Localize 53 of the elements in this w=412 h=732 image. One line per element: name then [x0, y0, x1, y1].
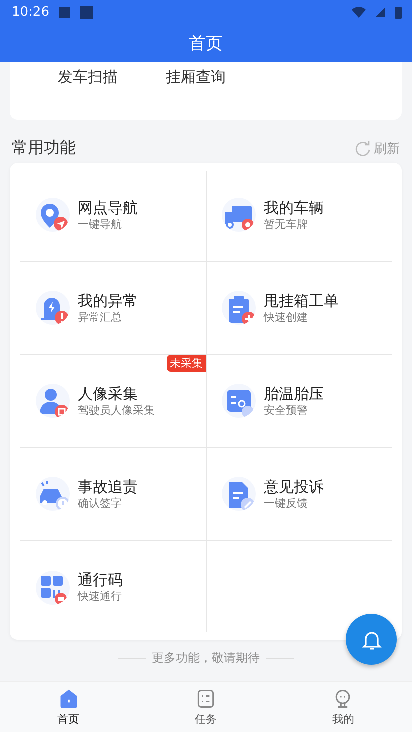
function-tile[interactable]: 甩挂箱工单 快速创建 — [206, 262, 392, 355]
function-subtitle: 快速创建 — [264, 310, 309, 324]
section-title: 常用功能 — [12, 138, 76, 159]
alarm-light-icon — [36, 291, 70, 325]
car-crash-icon — [36, 477, 70, 511]
home-icon — [58, 688, 80, 710]
status-time: 10:26 — [12, 4, 50, 20]
function-title: 人像采集 — [78, 384, 139, 404]
nav-tab[interactable]: 首页 — [0, 682, 138, 732]
function-title: 网点导航 — [78, 198, 138, 218]
function-subtitle: 安全预警 — [264, 404, 309, 418]
function-subtitle: 异常汇总 — [78, 310, 123, 324]
function-subtitle: 快速通行 — [78, 590, 123, 604]
nav-tab[interactable]: 任务 — [137, 682, 275, 732]
status-badge: 未采集 — [167, 355, 206, 372]
notification-icon — [80, 6, 94, 18]
function-tile[interactable]: 我的车辆 暂无车牌 — [206, 169, 392, 262]
function-subtitle: 驾驶员人像采集 — [78, 404, 155, 418]
person-icon — [36, 384, 70, 418]
clipboard-icon — [222, 291, 256, 325]
page-title: 首页 — [189, 32, 223, 54]
function-tile[interactable]: 通行码 快速通行 — [20, 541, 206, 634]
signal-icon — [376, 8, 385, 16]
function-tile[interactable]: 胎温胎压 安全预警 — [206, 355, 392, 448]
function-title: 意见投诉 — [264, 478, 324, 496]
function-title: 事故追责 — [78, 478, 138, 496]
shortcut-label[interactable]: 挂厢查询 — [166, 68, 226, 90]
document-icon — [222, 477, 256, 511]
function-title: 通行码 — [78, 571, 123, 590]
notification-icon — [59, 6, 70, 18]
function-title: 我的异常 — [78, 292, 138, 310]
truck-icon — [222, 198, 256, 232]
function-tile[interactable]: 人像采集 驾驶员人像采集 未采集 — [20, 355, 206, 448]
location-pin-icon — [36, 198, 70, 232]
notification-button[interactable] — [346, 614, 397, 665]
wifi-icon — [352, 6, 366, 18]
nav-tab[interactable]: 我的 — [274, 682, 412, 732]
function-subtitle: 一键反馈 — [264, 496, 309, 510]
function-subtitle: 一键导航 — [78, 218, 123, 232]
footer-note: 更多功能，敬请期待 — [152, 650, 260, 667]
function-title: 我的车辆 — [264, 198, 324, 218]
function-title: 甩挂箱工单 — [264, 292, 339, 310]
function-tile[interactable]: 我的异常 异常汇总 — [20, 262, 206, 355]
function-subtitle: 确认签字 — [78, 496, 123, 510]
shortcut-label[interactable]: 发车扫描 — [58, 68, 118, 90]
grid-icon — [36, 570, 70, 604]
refresh-icon — [355, 140, 371, 156]
function-tile[interactable]: 网点导航 一键导航 — [20, 169, 206, 262]
function-tile[interactable]: 事故追责 确认签字 — [20, 448, 206, 541]
function-subtitle: 暂无车牌 — [264, 218, 309, 232]
function-tile[interactable]: 意见投诉 一键反馈 — [206, 448, 392, 541]
function-title: 胎温胎压 — [264, 384, 324, 404]
battery-icon — [395, 6, 402, 18]
